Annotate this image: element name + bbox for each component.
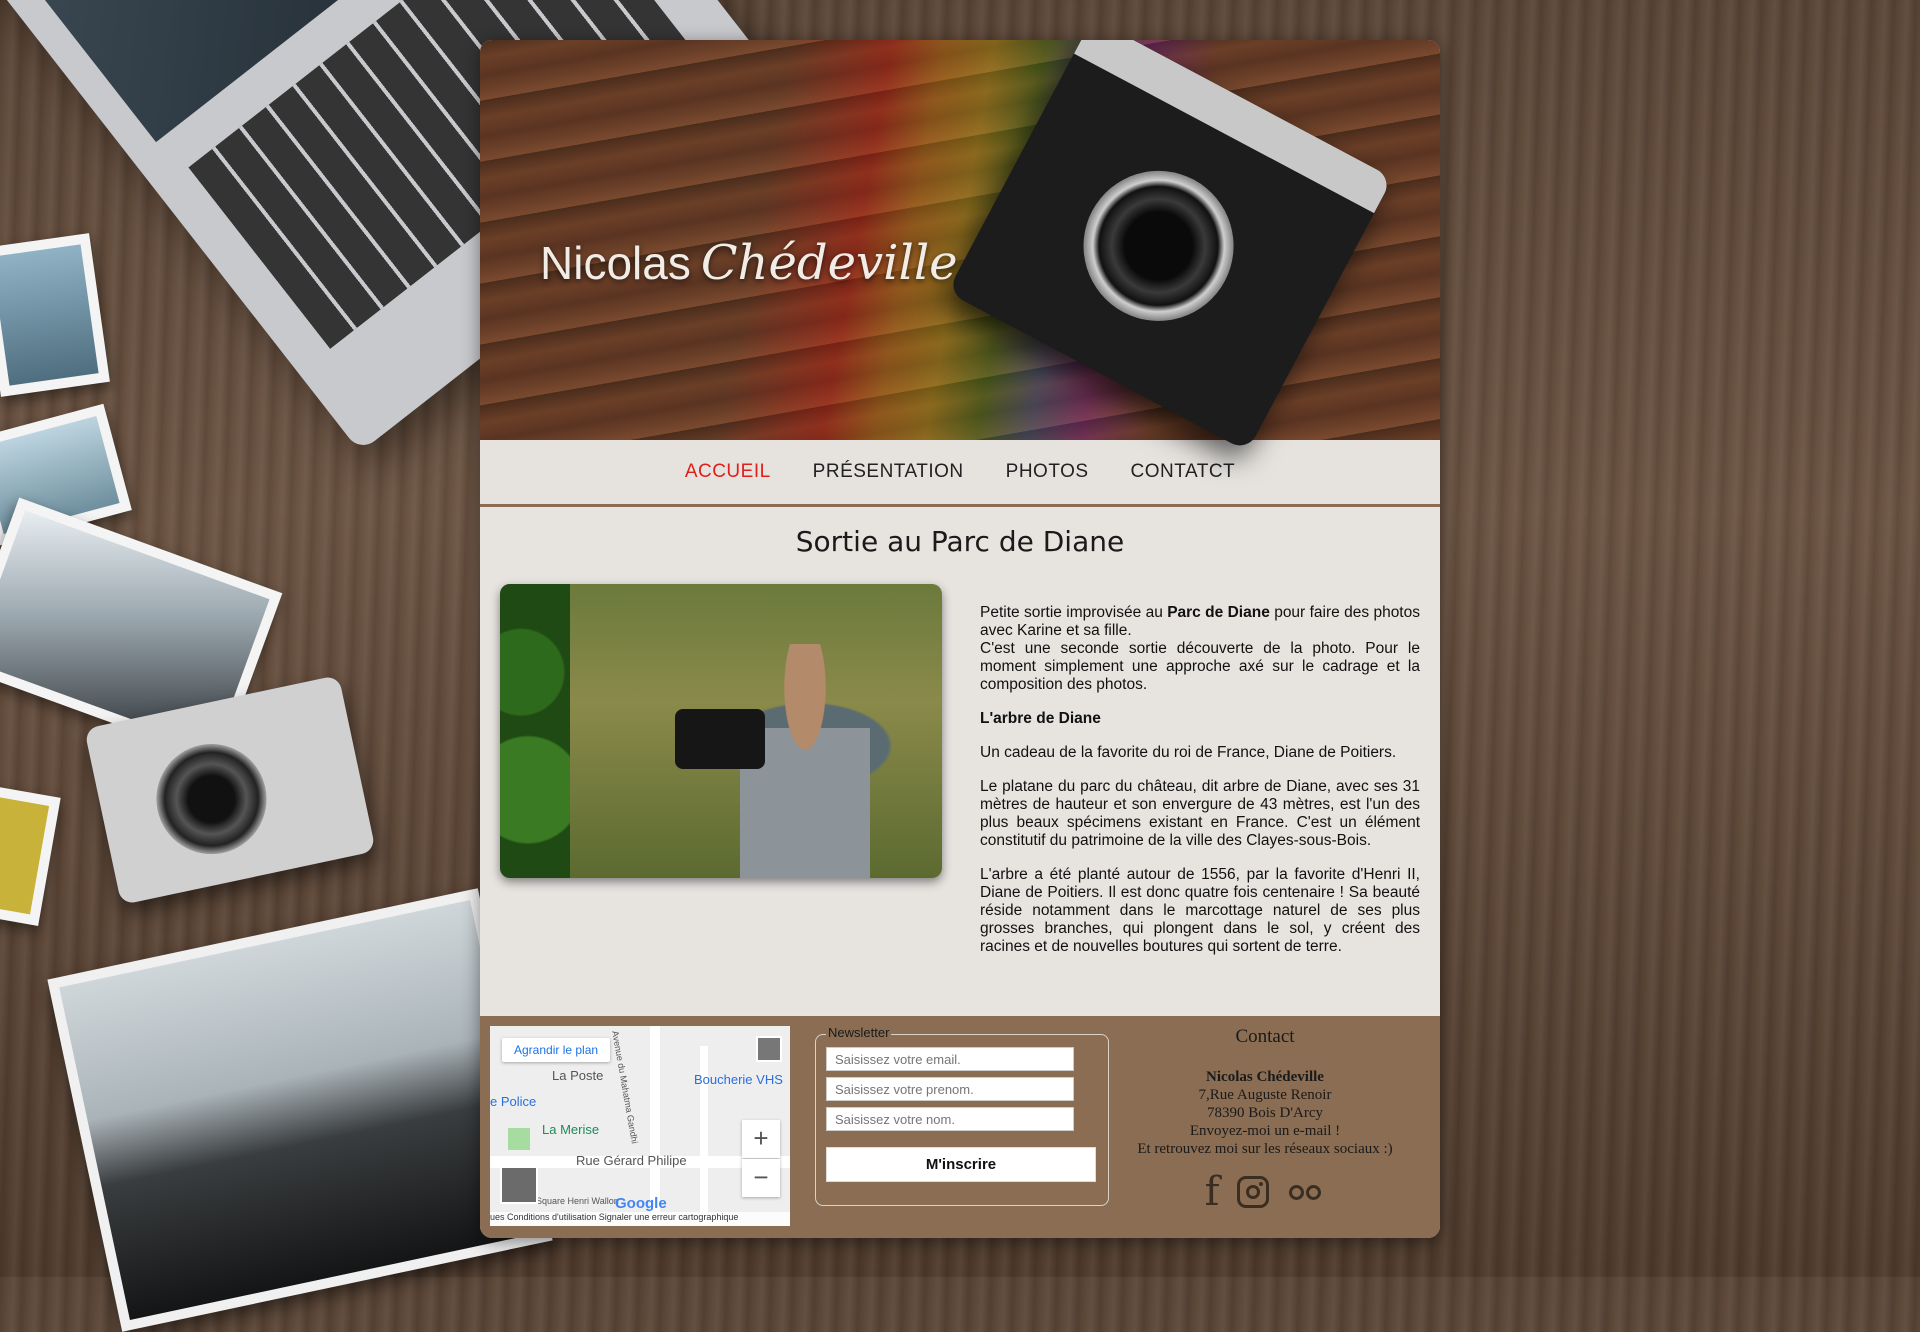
nav-item-presentation[interactable]: PRÉSENTATION <box>813 461 964 483</box>
subscribe-button[interactable]: M'inscrire <box>826 1147 1096 1182</box>
article-paragraph-4: L'arbre a été planté autour de 1556, par… <box>980 866 1420 955</box>
contact-address-1: 7,Rue Auguste Renoir <box>1198 1087 1332 1103</box>
photo-leaves <box>500 584 570 878</box>
google-logo: Google <box>615 1195 667 1212</box>
header-banner: Nicolas Chédeville <box>480 40 1440 452</box>
logo-first-name: Nicolas <box>540 237 691 289</box>
main-nav: ACCUEIL PRÉSENTATION PHOTOS CONTATCT <box>480 440 1440 507</box>
background-photo-1 <box>0 233 110 397</box>
map-label-police: e Police <box>490 1094 537 1109</box>
prenom-input[interactable] <box>826 1077 1074 1101</box>
map-label-rue: Rue Gérard Philipe <box>576 1153 687 1168</box>
photo-camera <box>675 709 765 769</box>
subtitle-text: L'arbre de Diane <box>980 710 1101 727</box>
article-paragraph-3: Le platane du parc du château, dit arbre… <box>980 778 1420 849</box>
social-links: f <box>1100 1172 1430 1212</box>
article-body: Petite sortie improvisée au Parc de Dian… <box>980 604 1420 972</box>
p1-line2: C'est une seconde sortie découverte de l… <box>980 640 1420 693</box>
nav-item-photos[interactable]: PHOTOS <box>1006 461 1089 483</box>
background-mountain-photo <box>47 888 553 1332</box>
background-photo-4 <box>0 784 61 926</box>
site-logo[interactable]: Nicolas Chédeville <box>540 235 958 291</box>
contact-title: Contact <box>1235 1026 1295 1047</box>
page-card: Nicolas Chédeville ACCUEIL PRÉSENTATION P… <box>480 40 1440 1238</box>
map-zoom-in-button[interactable]: + <box>742 1120 780 1158</box>
banner-camera-image <box>947 40 1393 452</box>
footer: Agrandir le plan La Poste Avenue du Maha… <box>480 1016 1440 1238</box>
map-label-poste: La Poste <box>552 1068 604 1083</box>
article-subtitle: L'arbre de Diane <box>980 710 1420 728</box>
main-content: Sortie au Parc de Diane Petite sortie im… <box>480 507 1440 1015</box>
contact-name: Nicolas Chédeville <box>1206 1069 1324 1085</box>
instagram-icon[interactable] <box>1237 1176 1270 1208</box>
newsletter-form: Newsletter M'inscrire <box>815 1025 1109 1206</box>
facebook-icon[interactable]: f <box>1205 1172 1220 1212</box>
contact-social-text: Et retrouvez moi sur les réseaux sociaux… <box>1137 1141 1393 1157</box>
nav-item-accueil[interactable]: ACCUEIL <box>685 461 771 483</box>
contact-address-2: 78390 Bois D'Arcy <box>1206 1105 1324 1121</box>
nav-item-contact[interactable]: CONTATCT <box>1131 461 1236 483</box>
email-input[interactable] <box>826 1047 1074 1071</box>
map-attribution[interactable]: ues Conditions d'utilisation Signaler un… <box>490 1212 790 1226</box>
google-map[interactable]: Agrandir le plan La Poste Avenue du Maha… <box>490 1026 790 1226</box>
map-enlarge-button[interactable]: Agrandir le plan <box>502 1038 611 1062</box>
article-paragraph-1: Petite sortie improvisée au Parc de Dian… <box>980 604 1420 694</box>
article-paragraph-2: Un cadeau de la favorite du roi de Franc… <box>980 744 1397 761</box>
map-label-avenue: Avenue du Mahatma Gandhi <box>610 1030 640 1145</box>
contact-block: Contact Nicolas Chédeville 7,Rue Auguste… <box>1100 1026 1430 1212</box>
newsletter-legend: Newsletter <box>826 1025 892 1040</box>
map-label-square: Square Henri Wallon <box>536 1196 619 1206</box>
map-zoom-out-button[interactable]: − <box>742 1159 780 1197</box>
p1-pre: Petite sortie improvisée au <box>980 604 1168 621</box>
map-label-merise: La Merise <box>542 1122 600 1137</box>
nom-input[interactable] <box>826 1107 1074 1131</box>
p1-bold: Parc de Diane <box>1167 604 1270 621</box>
flickr-icon[interactable] <box>1287 1182 1325 1202</box>
article-title: Sortie au Parc de Diane <box>795 525 1125 558</box>
map-label-boucherie: Boucherie VHS <box>694 1072 783 1087</box>
map-park <box>508 1128 530 1150</box>
logo-last-name: Chédeville <box>700 235 958 291</box>
map-satellite-toggle[interactable] <box>500 1166 538 1204</box>
map-street-view-thumb[interactable] <box>756 1036 782 1062</box>
article-photo[interactable] <box>500 584 942 878</box>
contact-email-link[interactable]: Envoyez-moi un e-mail ! <box>1100 1122 1430 1140</box>
